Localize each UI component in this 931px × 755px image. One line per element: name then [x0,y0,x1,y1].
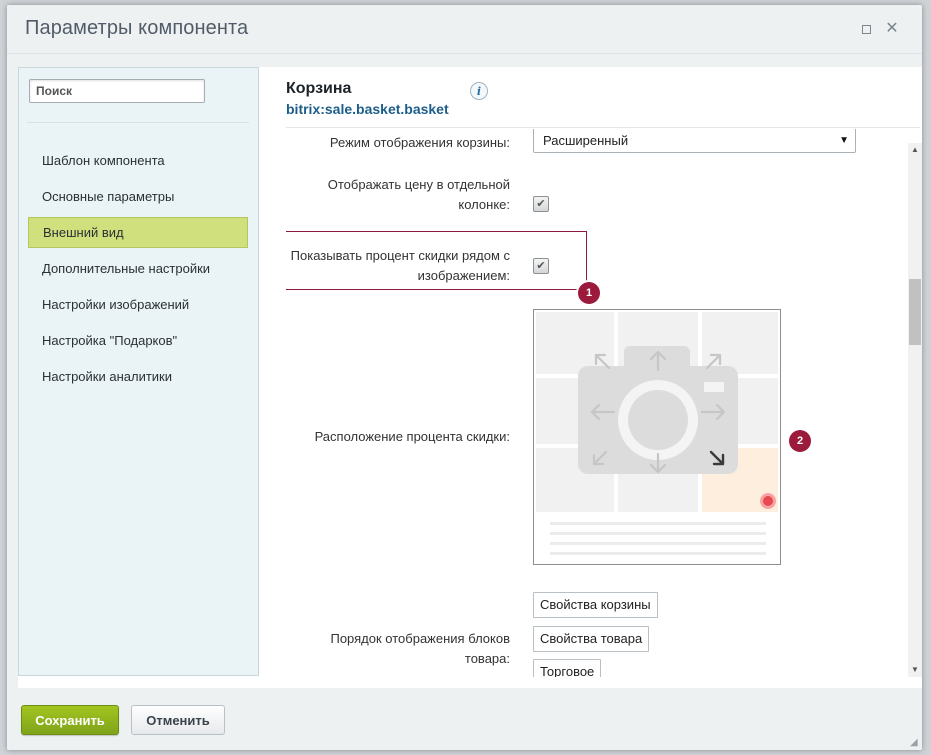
sidebar-item-additional[interactable]: Дополнительные настройки [28,253,248,284]
search-input[interactable] [29,79,205,103]
sidebar: Шаблон компонента Основные параметры Вне… [18,67,259,676]
sidebar-item-label: Основные параметры [42,189,175,204]
block-order-label-line2: товара: [464,651,510,666]
sidebar-item-images[interactable]: Настройки изображений [28,289,248,320]
params-scroll-area[interactable]: Режим отображения корзины: Расширенный ▼… [286,129,920,677]
sidebar-item-label: Шаблон компонента [42,153,165,168]
sidebar-item-label: Настройки аналитики [42,369,173,384]
maximize-icon [861,24,871,34]
display-mode-value: Расширенный [543,133,629,148]
sidebar-item-label: Настройки изображений [42,297,190,312]
block-basket-props-button[interactable]: Свойства корзины [533,592,658,618]
sidebar-item-analytics[interactable]: Настройки аналитики [28,361,248,392]
discount-near-image-label-line2: изображением: [417,268,510,283]
display-mode-select[interactable]: Расширенный ▼ [533,129,856,153]
dialog-footer: Сохранить Отменить ◢ [7,695,922,750]
text-line-placeholder [550,552,766,555]
text-line-placeholder [550,542,766,545]
price-column-label-line1: Отображать цену в отдельной [327,177,510,192]
price-column-label: Отображать цену в отдельной колонке: [328,175,510,215]
block-order-label-line1: Порядок отображения блоков [330,631,510,646]
annotation-badge-1: 1 [578,282,600,304]
direction-arrows-icon [590,350,726,474]
sidebar-divider [27,122,249,123]
discount-near-image-label: Показывать процент скидки рядом с изобра… [291,246,510,286]
scroll-down-icon[interactable]: ▼ [908,663,922,677]
block-trade-button[interactable]: Торговое [533,659,602,677]
component-params-dialog: Параметры компонента ✕ Шаблон компонента… [7,5,922,750]
text-line-placeholder [550,522,766,525]
component-title: Корзина [286,80,352,97]
sidebar-item-label: Внешний вид [43,225,124,240]
annotation-badge-2: 2 [789,430,811,452]
close-button[interactable]: ✕ [884,21,900,37]
block-product-props-button[interactable]: Свойства товара [533,626,650,652]
close-icon: ✕ [885,20,899,37]
text-line-placeholder [550,532,766,535]
sidebar-item-main-params[interactable]: Основные параметры [28,181,248,212]
chevron-down-icon: ▼ [839,135,849,146]
sidebar-item-template[interactable]: Шаблон компонента [28,145,248,176]
header-divider [286,127,920,128]
params-scrollbar[interactable]: ▲ ▼ [908,143,922,677]
save-button[interactable]: Сохранить [21,705,119,735]
maximize-button[interactable] [858,21,874,37]
scroll-thumb[interactable] [909,279,921,345]
sidebar-item-label: Настройка "Подарков" [42,333,178,348]
checkmark-icon: ✔ [536,198,546,210]
info-icon[interactable]: i [470,82,488,100]
dialog-content: Шаблон компонента Основные параметры Вне… [18,67,922,688]
resize-grip-icon[interactable]: ◢ [910,738,920,748]
dialog-title: Параметры компонента [25,17,249,39]
discount-position-picker[interactable] [533,309,781,565]
price-column-label-line2: колонке: [458,197,510,212]
checkmark-icon: ✔ [536,260,546,272]
discount-near-image-label-line1: Показывать процент скидки рядом с [290,248,510,263]
main-panel: Корзина bitrix:sale.basket.basket i Режи… [268,67,922,688]
discount-near-image-checkbox[interactable]: ✔ [533,258,549,274]
dialog-titlebar[interactable]: Параметры компонента ✕ [7,5,922,54]
block-order-label: Порядок отображения блоков товара: [330,629,510,669]
component-code: bitrix:sale.basket.basket [286,101,449,117]
sidebar-item-label: Дополнительные настройки [42,261,211,276]
scroll-up-icon[interactable]: ▲ [908,143,922,157]
display-mode-label: Режим отображения корзины: [329,135,510,150]
sidebar-item-appearance[interactable]: Внешний вид [28,217,248,248]
price-column-checkbox[interactable]: ✔ [533,196,549,212]
discount-position-label: Расположение процента скидки: [314,429,510,444]
cancel-button[interactable]: Отменить [131,705,225,735]
discount-marker-icon [760,493,776,509]
sidebar-item-gifts[interactable]: Настройка "Подарков" [28,325,248,356]
